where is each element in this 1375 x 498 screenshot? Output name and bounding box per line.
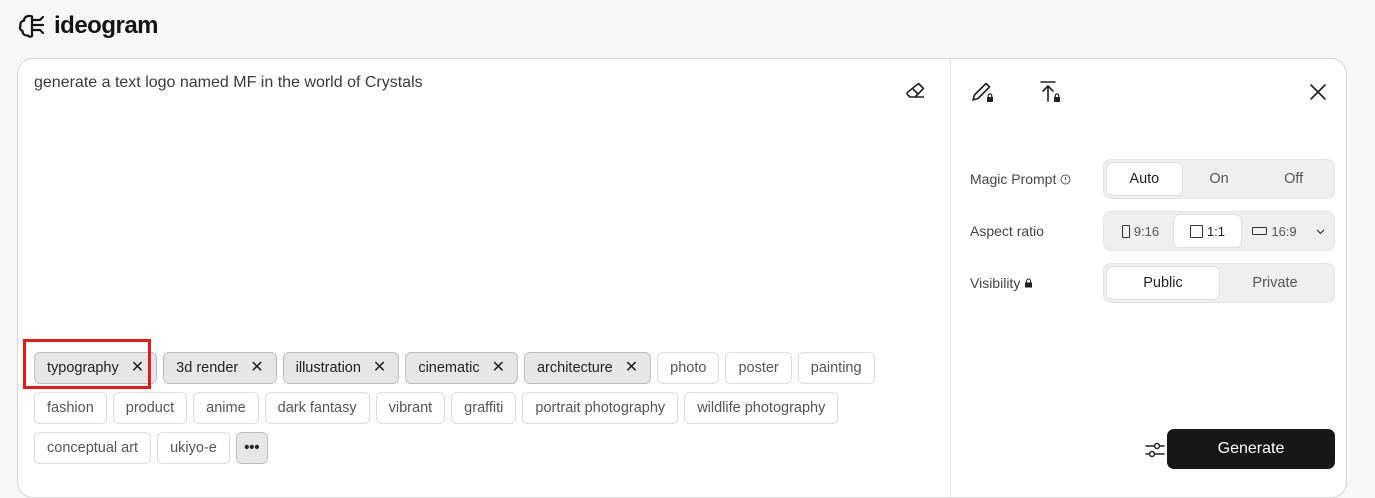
- style-tag-list: typography ✕ 3d render ✕ illustration ✕ …: [34, 352, 934, 472]
- top-bar: ideogram: [0, 0, 1375, 52]
- tag-graffiti[interactable]: graffiti: [451, 392, 517, 424]
- remove-tag-icon[interactable]: ✕: [373, 360, 386, 376]
- lock-icon: [1025, 278, 1033, 288]
- tag-cinematic[interactable]: cinematic ✕: [405, 352, 518, 384]
- logo[interactable]: ideogram: [18, 11, 159, 41]
- chevron-down-icon[interactable]: [1315, 226, 1326, 237]
- tag-label: typography: [47, 360, 119, 376]
- aspect-ratio-label: Aspect ratio: [970, 223, 1044, 239]
- tag-photo[interactable]: photo: [657, 352, 720, 384]
- eraser-icon[interactable]: [904, 79, 928, 103]
- magic-prompt-on[interactable]: On: [1182, 163, 1257, 195]
- style-tag-row-2: fashion product anime dark fantasy vibra…: [34, 392, 934, 424]
- close-icon[interactable]: [1307, 81, 1329, 103]
- tag-poster[interactable]: poster: [725, 352, 792, 384]
- tag-3d-render[interactable]: 3d render ✕: [163, 352, 277, 384]
- magic-prompt-toggle: Auto On Off: [1103, 159, 1335, 199]
- visibility-public[interactable]: Public: [1107, 267, 1219, 299]
- generate-button[interactable]: Generate: [1167, 429, 1335, 469]
- magic-prompt-label: Magic Prompt: [970, 171, 1071, 187]
- sliders-icon[interactable]: [1142, 437, 1168, 463]
- square-icon: [1189, 224, 1203, 238]
- tag-product[interactable]: product: [112, 392, 188, 424]
- tag-label: cinematic: [418, 360, 480, 376]
- visibility-label: Visibility: [970, 275, 1033, 291]
- aspect-ratio-selector: 9:16 1:1 16:9: [1103, 211, 1335, 251]
- tag-wildlife-photography[interactable]: wildlife photography: [684, 392, 839, 424]
- portrait-icon: [1121, 224, 1130, 238]
- magic-prompt-off[interactable]: Off: [1256, 163, 1331, 195]
- aspect-1-1[interactable]: 1:1: [1174, 215, 1241, 247]
- visibility-private[interactable]: Private: [1219, 267, 1331, 299]
- tag-typography[interactable]: typography ✕: [34, 352, 158, 384]
- tag-label: 3d render: [176, 360, 239, 376]
- tag-architecture[interactable]: architecture ✕: [523, 352, 652, 384]
- tag-label: illustration: [295, 360, 361, 376]
- tag-conceptual-art[interactable]: conceptual art: [34, 432, 152, 464]
- upload-locked-icon[interactable]: [1036, 78, 1064, 106]
- tag-fashion[interactable]: fashion: [34, 392, 107, 424]
- aspect-1-1-label: 1:1: [1206, 223, 1226, 239]
- tag-dark-fantasy[interactable]: dark fantasy: [264, 392, 370, 424]
- magic-prompt-auto[interactable]: Auto: [1107, 163, 1182, 195]
- remove-tag-icon[interactable]: ✕: [492, 360, 505, 376]
- aspect-9-16[interactable]: 9:16: [1107, 215, 1174, 247]
- prompt-card: generate a text logo named MF in the wor…: [17, 58, 1347, 498]
- magic-prompt-label-text: Magic Prompt: [970, 171, 1057, 187]
- aspect-16-9-label: 16:9: [1271, 223, 1297, 239]
- landscape-icon: [1252, 227, 1268, 235]
- remove-tag-icon[interactable]: ✕: [250, 360, 263, 376]
- remove-tag-icon[interactable]: ✕: [625, 360, 638, 376]
- aspect-16-9[interactable]: 16:9: [1241, 215, 1308, 247]
- visibility-label-text: Visibility: [970, 275, 1021, 291]
- tag-label: architecture: [536, 360, 613, 376]
- tag-anime[interactable]: anime: [193, 392, 259, 424]
- tag-illustration[interactable]: illustration ✕: [282, 352, 400, 384]
- tag-portrait-photography[interactable]: portrait photography: [522, 392, 679, 424]
- tag-painting[interactable]: painting: [797, 352, 875, 384]
- edit-locked-icon[interactable]: [969, 78, 997, 106]
- tag-ukiyo-e[interactable]: ukiyo-e: [157, 432, 230, 464]
- settings-pane: Magic Prompt Auto On Off Aspect ratio 9:…: [951, 59, 1346, 497]
- ideogram-brain-icon: [18, 14, 45, 38]
- prompt-pane: generate a text logo named MF in the wor…: [18, 59, 950, 497]
- info-icon[interactable]: [1060, 174, 1071, 185]
- prompt-input[interactable]: generate a text logo named MF in the wor…: [34, 74, 423, 92]
- visibility-toggle: Public Private: [1103, 263, 1335, 303]
- tag-vibrant[interactable]: vibrant: [375, 392, 446, 424]
- remove-tag-icon[interactable]: ✕: [131, 360, 144, 376]
- more-tags-button[interactable]: •••: [235, 432, 268, 464]
- style-tag-row-3: conceptual art ukiyo-e •••: [34, 432, 934, 464]
- aspect-9-16-label: 9:16: [1133, 223, 1160, 239]
- style-tag-row-1: typography ✕ 3d render ✕ illustration ✕ …: [34, 352, 934, 384]
- brand-name: ideogram: [54, 12, 159, 39]
